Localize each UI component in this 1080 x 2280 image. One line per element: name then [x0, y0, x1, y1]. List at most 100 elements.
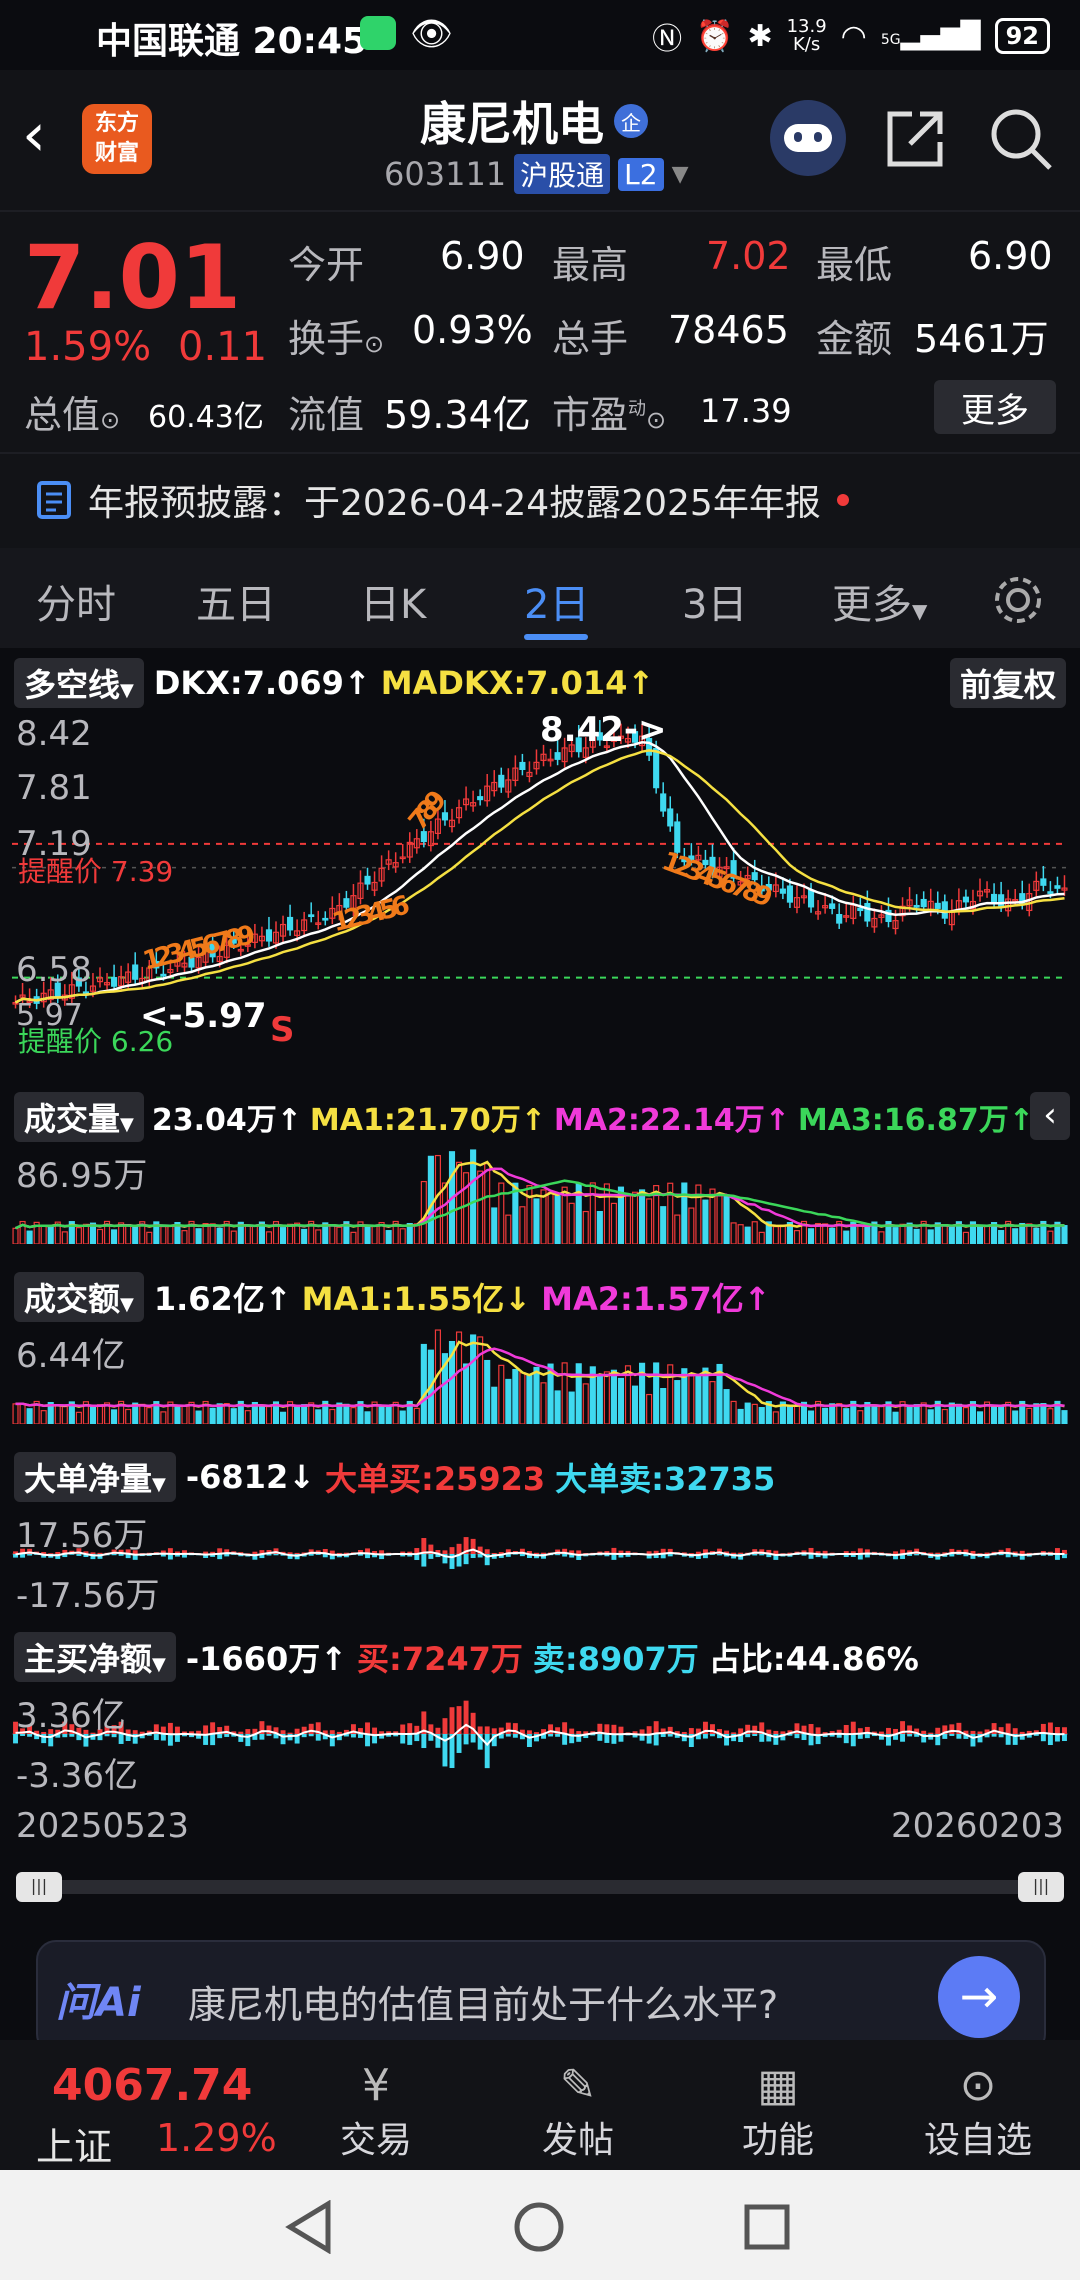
volume-bar [631, 1385, 639, 1424]
volume-bar [702, 1199, 709, 1244]
amount-indicator-select[interactable]: 成交额▼ [14, 1272, 144, 1322]
notice-row[interactable]: 年报预披露：于2026-04-24披露2025年年报 [36, 474, 849, 526]
flow-bar-buy [407, 1723, 413, 1734]
wifi-icon: ◠ [840, 18, 867, 54]
candle-body [807, 889, 815, 908]
volume-bar [793, 1404, 801, 1424]
nav-back-icon[interactable] [284, 2200, 334, 2254]
tab-daily-k[interactable]: 日K [360, 572, 426, 630]
index-value[interactable]: 4067.74 [52, 2060, 252, 2111]
volume-bar [610, 1202, 617, 1244]
tab-more[interactable]: 更多▼ [832, 572, 927, 630]
amount-y-label: 6.44亿 [16, 1336, 126, 1376]
flow-bar-sell [315, 1734, 321, 1741]
ai-question-input[interactable]: 康尼机电的估值目前处于什么水平? [188, 1974, 778, 2029]
tab-intraday[interactable]: 分时 [36, 572, 116, 630]
post-button[interactable]: ✎ 发帖 [508, 2060, 648, 2163]
volume-bar [265, 1405, 273, 1424]
volume-bar [484, 1359, 491, 1424]
volume-bar [758, 1407, 765, 1424]
status-icons: Ⓝ ⏰ ✱ 13.9 K/s ◠ 5G▂▄▆█ 92 [652, 14, 1050, 58]
alert-low-label[interactable]: 提醒价 6.26 [18, 1020, 173, 1060]
flow-bar-sell [400, 1734, 406, 1744]
add-watchlist-button[interactable]: ⊙ 设自选 [908, 2060, 1048, 2163]
amount-plot[interactable] [12, 1324, 1068, 1424]
volume-bar [744, 1226, 751, 1244]
volume-bar [287, 1223, 294, 1244]
big-order-buy: 大单买:25923 [325, 1460, 546, 1498]
volume-bar [82, 1223, 89, 1244]
candle-body [674, 821, 681, 853]
volume-bar [624, 1195, 632, 1244]
flow-bar-sell [428, 1554, 434, 1559]
tab-three-day[interactable]: 3日 [682, 572, 747, 630]
functions-button[interactable]: ▦ 功能 [708, 2060, 848, 2163]
more-button[interactable]: 更多 [934, 380, 1056, 434]
ai-ask-bar[interactable]: 问Ai 康尼机电的估值目前处于什么水平? → [36, 1940, 1046, 2054]
peak-label: 8.42-> [540, 710, 667, 750]
share-icon[interactable] [884, 108, 946, 170]
volume-ma3: MA3:16.87万↑ [797, 1103, 1034, 1138]
volume-bar [230, 1230, 237, 1244]
volume-bar [857, 1410, 864, 1424]
volume-plot[interactable] [12, 1144, 1068, 1244]
volume-bar [75, 1411, 82, 1424]
adjust-button[interactable]: 前复权 [949, 658, 1066, 708]
kline-chart-area[interactable]: 多空线▼ DKX:7.069↑ MADKX:7.014↑ 前复权 8.42 7.… [0, 648, 1080, 1908]
tab-five-day[interactable]: 五日 [196, 572, 276, 630]
volume-bar [709, 1381, 716, 1424]
volume-bar [61, 1231, 68, 1244]
main-buy-sell: 卖:8907万 [532, 1640, 699, 1678]
flow-bar-sell [857, 1734, 863, 1739]
amount-value: 1.62亿↑ [153, 1280, 292, 1318]
flow-bar-buy [167, 1722, 173, 1734]
volume-bar [1026, 1223, 1033, 1244]
back-icon[interactable]: ‹ [22, 100, 46, 170]
last-price: 7.01 [24, 226, 242, 329]
range-handle-left[interactable]: ||| [16, 1872, 62, 1902]
volume-bar [533, 1366, 540, 1424]
tab-two-day[interactable]: 2日 [524, 572, 589, 630]
code-row[interactable]: 603111 沪股通 L2 ▼ [384, 154, 689, 194]
stock-header: ‹ 东方 财富 康尼机电 企 603111 沪股通 L2 ▼ [0, 70, 1080, 210]
main-buy-plot[interactable] [12, 1684, 1068, 1784]
flow-bar-buy [287, 1732, 293, 1734]
big-order-indicator-select[interactable]: 大单净量▼ [14, 1452, 176, 1502]
assistant-avatar[interactable] [770, 100, 846, 176]
range-scrollbar[interactable] [16, 1880, 1064, 1894]
volume-ma2: MA2:22.14万↑ [553, 1103, 790, 1138]
volume-indicator-select[interactable]: 成交量▼ [14, 1092, 144, 1142]
volume-bar [589, 1182, 596, 1244]
main-indicator-select[interactable]: 多空线▼ [14, 658, 144, 708]
alert-high-label[interactable]: 提醒价 7.39 [18, 850, 173, 890]
search-icon[interactable] [988, 106, 1054, 172]
collapse-arrow-icon[interactable]: ‹ [1030, 1092, 1070, 1140]
volume-bar [653, 1362, 660, 1424]
volume-bar [772, 1226, 779, 1244]
settings-gear-icon[interactable] [990, 572, 1046, 628]
flow-bar-sell [597, 1734, 603, 1741]
volume-bar [1012, 1410, 1019, 1424]
trade-button[interactable]: ¥ 交易 [306, 2060, 446, 2163]
change-amount: 0.11 [178, 324, 268, 370]
nav-home-icon[interactable] [512, 2200, 566, 2254]
candle-body [779, 888, 786, 894]
volume-bar [244, 1410, 251, 1424]
volume-bar [279, 1227, 287, 1244]
main-buy-indicator-select[interactable]: 主买净额▼ [14, 1632, 176, 1682]
nav-recents-icon[interactable] [742, 2202, 792, 2252]
main-buy-buy: 买:7247万 [357, 1640, 523, 1678]
candle-body [864, 902, 871, 922]
ai-send-arrow-icon[interactable]: → [938, 1956, 1020, 2038]
flow-bar-sell [548, 1734, 554, 1737]
change-pct: 1.59% [24, 324, 152, 370]
big-order-plot[interactable] [12, 1504, 1068, 1604]
volume-bar [26, 1408, 33, 1424]
index-name[interactable]: 上证 [36, 2116, 112, 2171]
volume-bar [1061, 1225, 1068, 1244]
flow-bar-sell [273, 1554, 279, 1556]
range-handle-right[interactable]: ||| [1018, 1872, 1064, 1902]
index-change-pct[interactable]: 1.29% [156, 2116, 277, 2160]
flow-bar-sell [259, 1734, 265, 1740]
flow-bar-buy [132, 1730, 138, 1734]
